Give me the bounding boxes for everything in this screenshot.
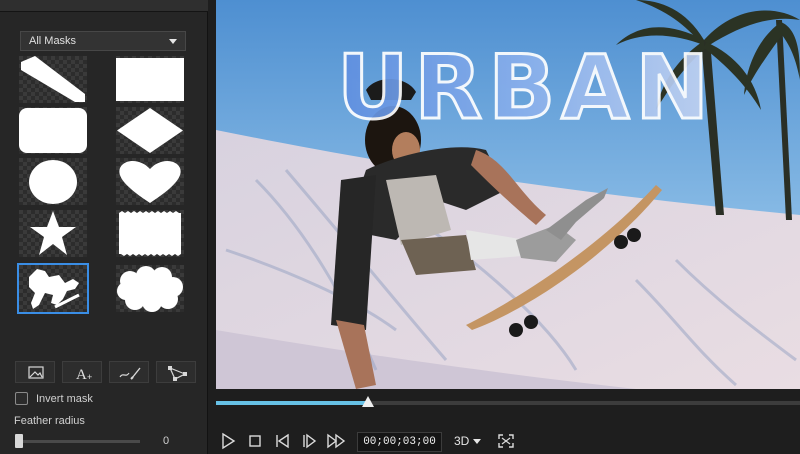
fullscreen-button[interactable]: [496, 432, 516, 450]
stamp-mask[interactable]: [116, 210, 184, 257]
3d-mode-dropdown[interactable]: 3D: [454, 434, 482, 448]
previous-frame-button[interactable]: [272, 432, 292, 450]
stop-button[interactable]: [245, 432, 265, 450]
mask-category-label: All Masks: [29, 35, 77, 47]
skater-silhouette-mask[interactable]: [17, 263, 89, 314]
feather-radius-value: 0: [163, 435, 170, 447]
path-mask-icon: [168, 366, 187, 381]
brush-mask-icon: [119, 367, 141, 380]
fast-forward-icon: [327, 433, 346, 449]
image-mask-icon: [28, 366, 44, 379]
rounded-rectangle-mask[interactable]: [19, 107, 87, 154]
fullscreen-icon: [498, 434, 514, 448]
fast-forward-button[interactable]: [326, 432, 346, 450]
svg-text:+: +: [87, 372, 92, 382]
3d-mode-label: 3D: [454, 434, 470, 448]
timeline-progress: [216, 401, 368, 405]
chevron-down-icon: [169, 39, 177, 44]
mask-panel: All Masks A + Invert mask Feather radius…: [0, 0, 208, 454]
svg-text:A: A: [76, 367, 87, 383]
feather-radius-thumb[interactable]: [15, 434, 23, 448]
rectangle-mask[interactable]: [116, 56, 184, 103]
mask-category-dropdown[interactable]: All Masks: [20, 31, 186, 51]
timecode-display[interactable]: 00;00;03;00: [357, 432, 442, 452]
image-mask-button[interactable]: [15, 361, 55, 383]
star-mask[interactable]: [19, 210, 87, 257]
diamond-mask[interactable]: [116, 107, 184, 154]
diagonal-stripe-mask[interactable]: [19, 56, 87, 103]
next-frame-icon: [303, 433, 317, 449]
cloud-mask[interactable]: [116, 265, 184, 312]
stop-icon: [249, 435, 261, 447]
invert-mask-checkbox[interactable]: [15, 392, 28, 405]
chevron-down-icon: [473, 439, 482, 445]
invert-mask-label: Invert mask: [36, 393, 93, 405]
play-icon: [222, 432, 236, 450]
path-mask-button[interactable]: [156, 361, 196, 383]
preview-title-text: URBAN: [337, 36, 715, 139]
next-frame-button[interactable]: [299, 432, 319, 450]
panel-header-strip: [0, 0, 208, 12]
heart-mask[interactable]: [116, 158, 184, 205]
text-mask-icon: A +: [76, 367, 92, 383]
video-preview[interactable]: URBAN: [216, 0, 800, 389]
brush-mask-button[interactable]: [109, 361, 149, 383]
play-button[interactable]: [218, 432, 238, 450]
preview-frame: URBAN: [216, 0, 800, 389]
previous-frame-icon: [276, 433, 289, 449]
circle-mask[interactable]: [19, 158, 87, 205]
feather-radius-slider[interactable]: [18, 440, 140, 443]
text-mask-button[interactable]: A +: [62, 361, 102, 383]
feather-radius-label: Feather radius: [14, 415, 85, 427]
timeline-playhead[interactable]: [362, 396, 374, 407]
